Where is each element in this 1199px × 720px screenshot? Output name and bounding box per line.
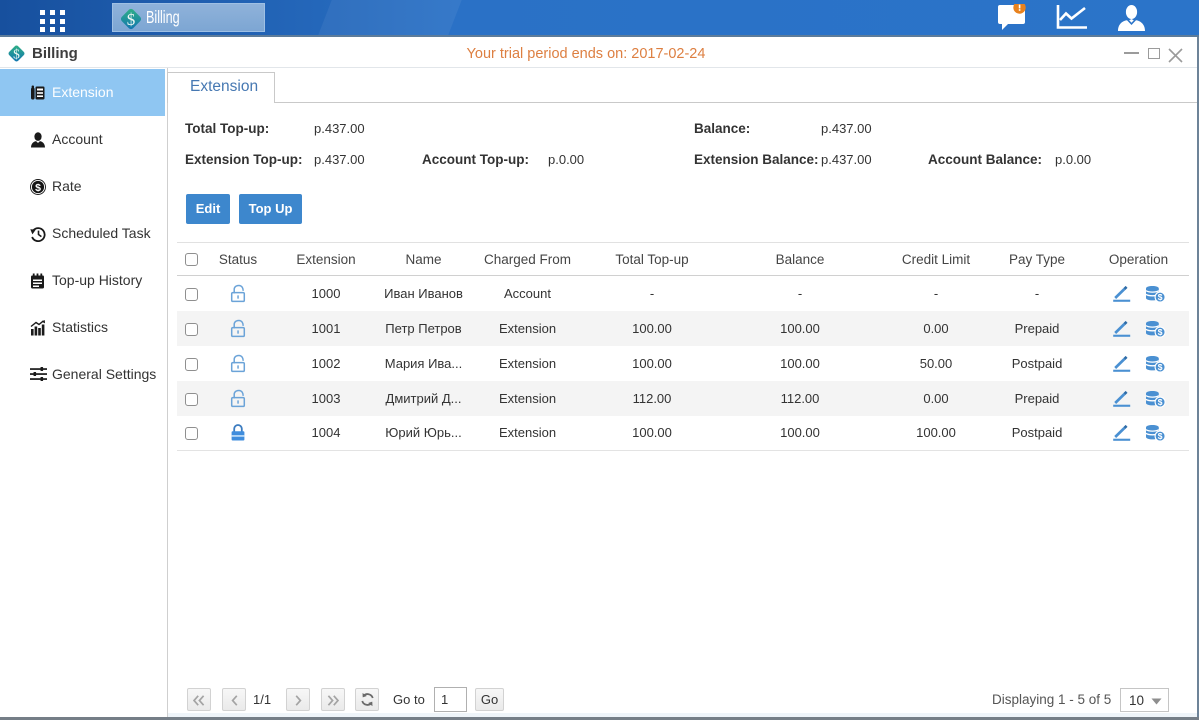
svg-text:$: $	[1157, 397, 1162, 407]
svg-text:$: $	[1157, 431, 1162, 441]
svg-text:$: $	[1157, 292, 1162, 302]
svg-text:$: $	[35, 182, 41, 194]
svg-text:$: $	[1157, 327, 1162, 337]
svg-text:$: $	[127, 10, 136, 29]
svg-text:$: $	[1157, 362, 1162, 372]
